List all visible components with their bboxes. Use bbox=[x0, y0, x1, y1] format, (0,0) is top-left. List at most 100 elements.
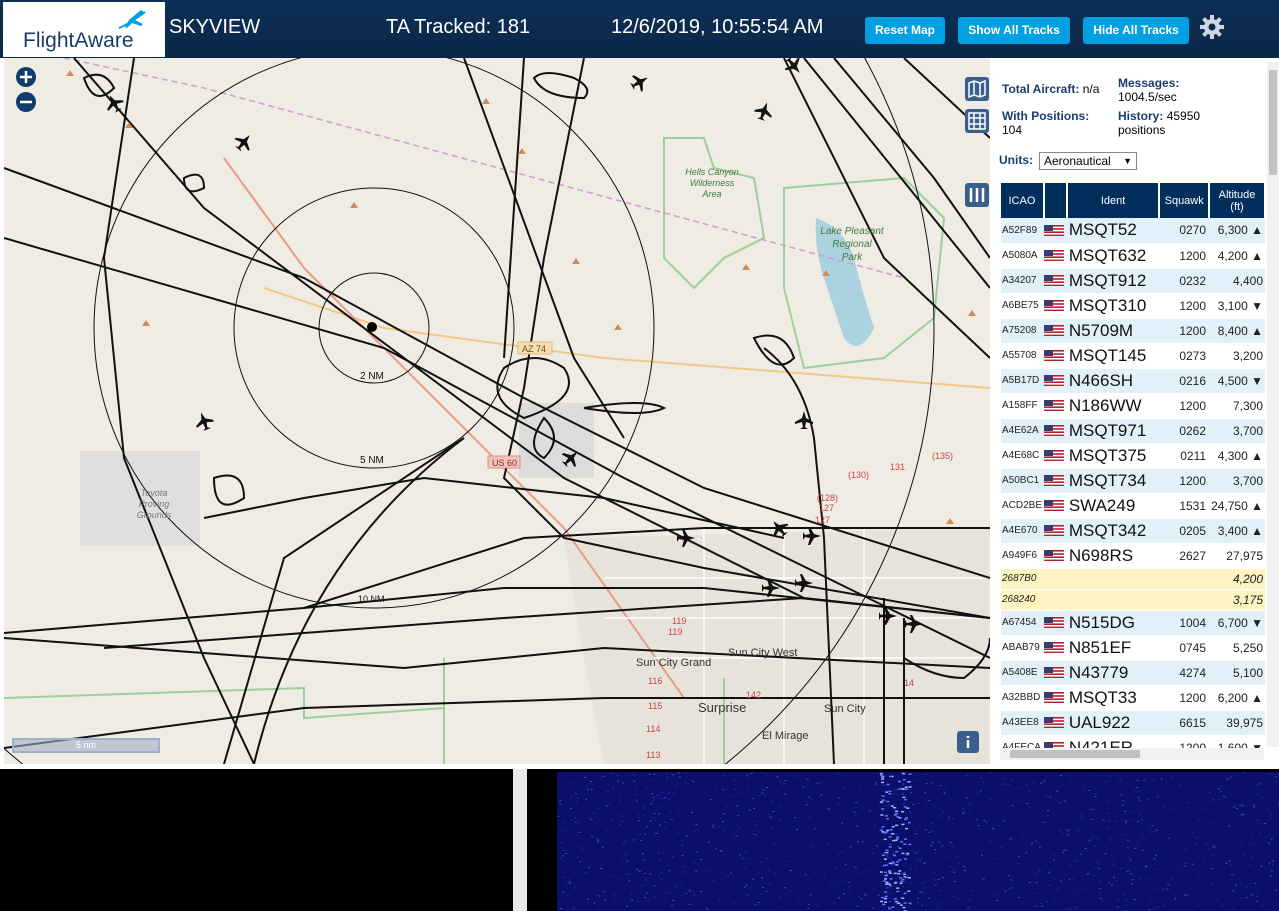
zoom-out-button[interactable] bbox=[16, 92, 36, 112]
table-row[interactable]: 2687B0 4,200 bbox=[1001, 568, 1265, 590]
el-mirage-label: El Mirage bbox=[762, 730, 808, 742]
altitude-cell: 6,300 ▲ bbox=[1209, 218, 1265, 244]
scrollbar-thumb[interactable] bbox=[1010, 750, 1140, 758]
svg-text:Toyota: Toyota bbox=[141, 488, 168, 498]
map-canvas[interactable]: 2 NM 5 NM 10 NM Hells Canyon Wilderness … bbox=[4, 58, 990, 764]
ident-cell: SWA249 bbox=[1066, 493, 1160, 519]
svg-text:(130): (130) bbox=[848, 470, 869, 480]
squawk-cell: 2627 bbox=[1159, 543, 1210, 569]
urban-area bbox=[564, 528, 990, 764]
table-row[interactable]: A4E670 MSQT342 0205 3,400 ▲ bbox=[1001, 518, 1265, 544]
ident-cell: MSQT310 bbox=[1066, 293, 1160, 319]
panel-divider[interactable] bbox=[513, 769, 527, 911]
hide-all-tracks-button[interactable]: Hide All Tracks bbox=[1083, 17, 1189, 44]
grid-button[interactable] bbox=[965, 109, 989, 133]
spectrum-panel bbox=[0, 769, 513, 911]
surprise-label: Surprise bbox=[698, 700, 746, 715]
us-flag-icon bbox=[1043, 617, 1064, 628]
svg-text:Grounds: Grounds bbox=[137, 510, 172, 520]
table-row[interactable]: A949F6 N698RS 2627 27,975 bbox=[1001, 543, 1265, 569]
svg-text:119: 119 bbox=[672, 616, 686, 626]
table-row[interactable]: A75208 N5709M 1200 8,400 ▲ bbox=[1001, 318, 1265, 344]
table-row[interactable]: A4E62A MSQT971 0262 3,700 bbox=[1001, 418, 1265, 444]
squawk-cell: 1200 bbox=[1159, 468, 1210, 494]
table-row[interactable]: A5408E N43779 4274 5,100 bbox=[1001, 660, 1265, 686]
us-flag-icon bbox=[1043, 400, 1064, 411]
flightaware-logo[interactable]: FlightAware bbox=[3, 2, 165, 57]
squawk-cell: 6615 bbox=[1159, 710, 1210, 736]
squawk-cell: 1004 bbox=[1159, 610, 1210, 636]
col-ident[interactable]: Ident bbox=[1066, 183, 1161, 218]
flag-cell bbox=[1043, 635, 1067, 661]
icao-cell: A4E670 bbox=[1001, 518, 1044, 544]
table-row[interactable]: A4E68C MSQT375 0211 4,300 ▲ bbox=[1001, 443, 1265, 469]
columns-button[interactable] bbox=[965, 183, 989, 207]
table-row[interactable]: A5080A MSQT632 1200 4,200 ▲ bbox=[1001, 243, 1265, 269]
altitude-cell: 4,400 bbox=[1209, 268, 1265, 294]
squawk-cell: 0745 bbox=[1159, 635, 1210, 661]
clock: 12/6/2019, 10:55:54 AM bbox=[611, 16, 824, 38]
us-flag-icon bbox=[1043, 550, 1064, 561]
col-icao[interactable]: ICAO bbox=[1001, 183, 1045, 218]
col-flag[interactable] bbox=[1043, 183, 1068, 218]
units-select[interactable]: Aeronautical ▼ bbox=[1039, 152, 1137, 170]
reset-map-button[interactable]: Reset Map bbox=[865, 17, 945, 44]
ident-cell: MSQT632 bbox=[1066, 243, 1160, 269]
gear-icon[interactable] bbox=[1199, 14, 1225, 40]
flag-cell bbox=[1043, 589, 1067, 611]
us-flag-icon bbox=[1043, 350, 1064, 361]
us-flag-icon bbox=[1043, 475, 1064, 486]
us-flag-icon bbox=[1043, 250, 1064, 261]
table-row[interactable]: A50BC1 MSQT734 1200 3,700 bbox=[1001, 468, 1265, 494]
squawk-cell: 1200 bbox=[1159, 318, 1210, 344]
table-row[interactable]: A55708 MSQT145 0273 3,200 bbox=[1001, 343, 1265, 369]
flag-cell bbox=[1043, 493, 1067, 519]
flag-cell bbox=[1043, 660, 1067, 686]
us-flag-icon bbox=[1043, 275, 1064, 286]
table-row[interactable]: ABAB79 N851EF 0745 5,250 bbox=[1001, 635, 1265, 661]
table-row[interactable]: 268240 3,175 bbox=[1001, 589, 1265, 611]
svg-text:14: 14 bbox=[904, 678, 914, 688]
table-row[interactable]: A32BBD MSQT33 1200 6,200 ▲ bbox=[1001, 685, 1265, 711]
us-flag-icon bbox=[1043, 300, 1064, 311]
table-row[interactable]: A6BE75 MSQT310 1200 3,100 ▼ bbox=[1001, 293, 1265, 319]
altitude-cell: 3,700 bbox=[1209, 418, 1265, 444]
sun-city-label: Sun City bbox=[824, 703, 866, 715]
ident-cell: N5709M bbox=[1066, 318, 1160, 344]
map-layers-button[interactable] bbox=[965, 77, 989, 101]
scrollbar-thumb[interactable] bbox=[1269, 70, 1277, 175]
map-view[interactable]: 2 NM 5 NM 10 NM Hells Canyon Wilderness … bbox=[4, 58, 990, 764]
table-row[interactable]: A43EE8 UAL922 6615 39,975 bbox=[1001, 710, 1265, 736]
svg-text:(135): (135) bbox=[932, 451, 953, 461]
svg-text:Lake Pleasant: Lake Pleasant bbox=[820, 226, 885, 237]
zoom-in-button[interactable] bbox=[16, 67, 36, 87]
table-row[interactable]: A67454 N515DG 1004 6,700 ▼ bbox=[1001, 610, 1265, 636]
table-row[interactable]: A34207 MSQT912 0232 4,400 bbox=[1001, 268, 1265, 294]
table-row[interactable]: A52F89 MSQT52 0270 6,300 ▲ bbox=[1001, 218, 1265, 244]
svg-text:Regional: Regional bbox=[832, 239, 872, 250]
col-altitude[interactable]: Altitude (ft) bbox=[1209, 183, 1266, 218]
altitude-cell: 6,200 ▲ bbox=[1209, 685, 1265, 711]
table-row[interactable]: A5B17D N466SH 0216 4,500 ▼ bbox=[1001, 368, 1265, 394]
flag-cell bbox=[1043, 568, 1067, 590]
flag-cell bbox=[1043, 685, 1067, 711]
squawk-cell: 4274 bbox=[1159, 660, 1210, 686]
ident-cell: UAL922 bbox=[1066, 710, 1160, 736]
icao-cell: A5408E bbox=[1001, 660, 1044, 686]
info-button[interactable] bbox=[957, 731, 979, 753]
vertical-scrollbar[interactable] bbox=[1267, 62, 1279, 747]
minus-icon bbox=[20, 100, 32, 104]
altitude-cell: 3,400 ▲ bbox=[1209, 518, 1265, 544]
col-altitude-unit: (ft) bbox=[1230, 200, 1244, 213]
ident-cell: N43779 bbox=[1066, 660, 1160, 686]
table-row[interactable]: ACD2BE SWA249 1531 24,750 ▲ bbox=[1001, 493, 1265, 519]
table-row[interactable]: A158FF N186WW 1200 7,300 bbox=[1001, 393, 1265, 419]
total-aircraft-value: n/a bbox=[1082, 82, 1100, 96]
scale-bar: 5 nm bbox=[12, 738, 160, 753]
horizontal-scrollbar[interactable] bbox=[1000, 748, 1264, 760]
us-flag-icon bbox=[1043, 425, 1064, 436]
waterfall-canvas bbox=[557, 772, 1279, 911]
svg-text:US 60: US 60 bbox=[492, 458, 517, 468]
show-all-tracks-button[interactable]: Show All Tracks bbox=[958, 17, 1070, 44]
col-squawk[interactable]: Squawk bbox=[1159, 183, 1211, 218]
